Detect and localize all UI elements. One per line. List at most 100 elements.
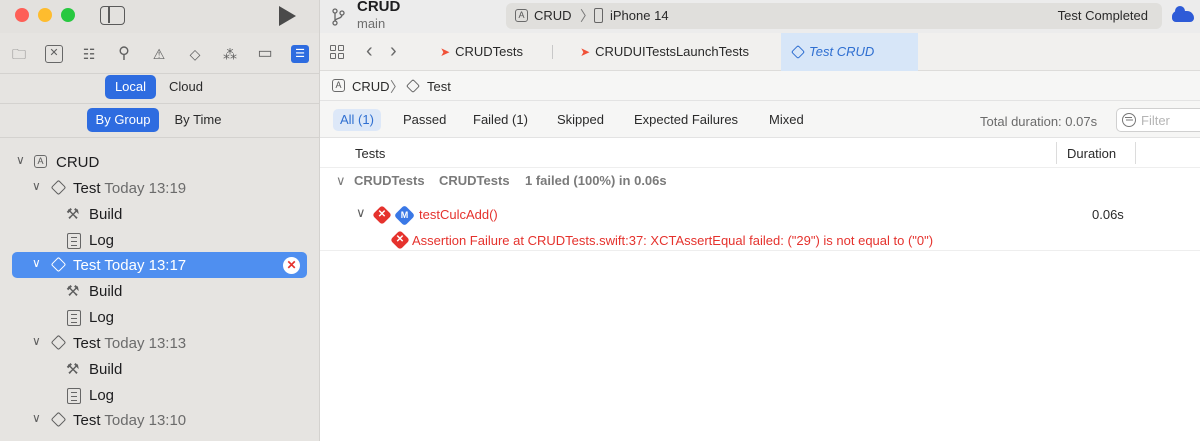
- group-by-group-button[interactable]: By Group: [87, 108, 159, 132]
- debug-icon[interactable]: ⁂: [221, 45, 239, 63]
- chevron-down-icon[interactable]: ∨: [356, 205, 366, 221]
- close-window-button[interactable]: [15, 8, 29, 22]
- zoom-window-button[interactable]: [61, 8, 75, 22]
- symbol-icon[interactable]: ☷: [80, 45, 98, 63]
- method-icon: M: [393, 204, 416, 227]
- breakpoint-icon[interactable]: ▭: [256, 45, 274, 63]
- filter-all[interactable]: All (1): [333, 109, 381, 131]
- breadcrumb: A CRUD 〉 Test: [320, 71, 1200, 101]
- assertion-failure-row[interactable]: ✕ Assertion Failure at CRUDTests.swift:3…: [320, 229, 1200, 251]
- tree-build-item[interactable]: ⚒ Build: [0, 280, 320, 304]
- related-items-icon[interactable]: [330, 45, 345, 60]
- filter-skipped[interactable]: Skipped: [557, 109, 604, 131]
- hammer-icon: ⚒: [66, 361, 80, 378]
- hammer-icon: ⚒: [66, 206, 80, 223]
- log-icon: [67, 310, 81, 326]
- test-diamond-icon: [50, 411, 67, 428]
- minimize-window-button[interactable]: [38, 8, 52, 22]
- activity-view: A CRUD 〉 iPhone 14 Test Completed: [506, 3, 1162, 29]
- chevron-down-icon[interactable]: ∨: [32, 411, 41, 425]
- test-case-name[interactable]: testCulcAdd(): [419, 207, 498, 222]
- column-duration[interactable]: Duration: [1067, 146, 1116, 161]
- tree-log-item[interactable]: Log: [0, 384, 320, 408]
- chevron-down-icon[interactable]: ∨: [16, 153, 25, 167]
- tree-test-run[interactable]: ∨ Test Today 13:13: [0, 332, 320, 356]
- device-selector[interactable]: iPhone 14: [610, 8, 669, 23]
- test-run-time: Today 13:19: [104, 180, 187, 197]
- tree-test-run-selected[interactable]: ∨ Test Today 13:17 ✕: [0, 254, 320, 278]
- column-divider[interactable]: [1135, 142, 1136, 164]
- log-icon: [67, 388, 81, 404]
- tree-log-item[interactable]: Log: [0, 229, 320, 253]
- divider: [0, 103, 320, 104]
- iphone-icon: [594, 8, 603, 23]
- app-target-icon: A: [332, 79, 345, 92]
- navigator-selector-bar: 🗀 ✕ ☷ ⚲ ⚠ ◇ ⁂ ▭ ☰: [0, 41, 320, 67]
- group-summary: 1 failed (100%) in 0.06s: [525, 173, 667, 188]
- chevron-right-icon: 〉: [390, 79, 404, 95]
- assertion-failure-message: Assertion Failure at CRUDTests.swift:37:…: [412, 233, 934, 248]
- filter-expected-failures[interactable]: Expected Failures: [634, 109, 738, 131]
- back-arrow-icon[interactable]: ‹: [366, 40, 373, 63]
- filter-icon: [1122, 113, 1136, 127]
- tree-root-label: CRUD: [56, 154, 100, 171]
- group-by-time-button[interactable]: By Time: [166, 108, 230, 132]
- test-diamond-icon: [50, 256, 67, 273]
- filter-failed[interactable]: Failed (1): [473, 109, 528, 131]
- chevron-down-icon[interactable]: ∨: [32, 179, 41, 193]
- divider: [0, 73, 320, 74]
- branch-icon: [332, 8, 345, 26]
- scope-cloud-button[interactable]: Cloud: [162, 75, 210, 99]
- tab-launch-tests[interactable]: ➤ CRUDUITestsLaunchTests: [580, 33, 780, 71]
- filter-mixed[interactable]: Mixed: [769, 109, 804, 131]
- chevron-down-icon[interactable]: ∨: [32, 334, 41, 348]
- column-divider[interactable]: [1056, 142, 1057, 164]
- tree-log-item[interactable]: Log: [0, 306, 320, 330]
- test-run-title: Test: [73, 412, 101, 429]
- tab-crudtests[interactable]: ➤ CRUDTests: [440, 33, 552, 71]
- folder-icon[interactable]: 🗀: [10, 45, 28, 63]
- failure-icon: ✕: [372, 205, 392, 225]
- method-badge-letter: M: [400, 210, 409, 220]
- test-run-time: Today 13:17: [104, 257, 187, 274]
- chevron-down-icon[interactable]: ∨: [32, 256, 41, 270]
- test-case-row[interactable]: ∨ ✕ M testCulcAdd() 0.06s: [320, 203, 1200, 227]
- scope-local-button[interactable]: Local: [105, 75, 156, 99]
- forward-arrow-icon[interactable]: ›: [390, 40, 397, 63]
- xcode-cloud-icon[interactable]: [1172, 6, 1194, 22]
- tab-divider: [552, 45, 553, 59]
- tree-test-run[interactable]: ∨ Test Today 13:19: [0, 177, 320, 201]
- toolbar: CRUD main A CRUD 〉 iPhone 14 Test Comple…: [0, 0, 1200, 33]
- filter-passed[interactable]: Passed: [403, 109, 446, 131]
- test-run-title: Test: [73, 257, 101, 274]
- tab-test-crud[interactable]: Test CRUD: [781, 33, 918, 71]
- breadcrumb-project[interactable]: CRUD: [352, 79, 390, 94]
- column-tests[interactable]: Tests: [355, 146, 385, 161]
- build-label: Build: [89, 361, 123, 378]
- warning-icon[interactable]: ⚠: [150, 45, 168, 63]
- search-icon[interactable]: ⚲: [115, 45, 133, 63]
- run-button[interactable]: [279, 6, 296, 26]
- report-icon[interactable]: ☰: [291, 45, 309, 63]
- app-target-icon: A: [34, 155, 47, 168]
- project-title: CRUD: [357, 0, 401, 15]
- tree-test-run[interactable]: ∨ Test Today 13:10: [0, 409, 320, 433]
- test-run-title: Test: [73, 335, 101, 352]
- tree-build-item[interactable]: ⚒ Build: [0, 358, 320, 382]
- swift-icon: ➤: [440, 45, 451, 59]
- chevron-down-icon[interactable]: ∨: [336, 173, 346, 189]
- filter-search-field[interactable]: Filter: [1116, 108, 1200, 132]
- tree-root-crud[interactable]: ∨ A CRUD: [0, 151, 320, 175]
- app-target-icon: A: [515, 9, 528, 22]
- tree-build-item[interactable]: ⚒ Build: [0, 203, 320, 227]
- test-report-editor: ‹ › ➤ CRUDTests ➤ CRUDUITestsLaunchTests T…: [320, 33, 1200, 441]
- scheme-selector[interactable]: CRUD: [534, 8, 572, 23]
- source-control-icon[interactable]: ✕: [45, 45, 63, 63]
- sidebar-toggle-icon[interactable]: [100, 6, 125, 25]
- xcode-window: CRUD main A CRUD 〉 iPhone 14 Test Comple…: [0, 0, 1200, 441]
- log-label: Log: [89, 387, 115, 404]
- breadcrumb-item[interactable]: Test: [427, 79, 451, 94]
- chevron-right-icon: 〉: [580, 8, 594, 24]
- test-group-row[interactable]: ∨ CRUDTests CRUDTests 1 failed (100%) in…: [320, 168, 1200, 192]
- test-icon[interactable]: ◇: [186, 45, 204, 63]
